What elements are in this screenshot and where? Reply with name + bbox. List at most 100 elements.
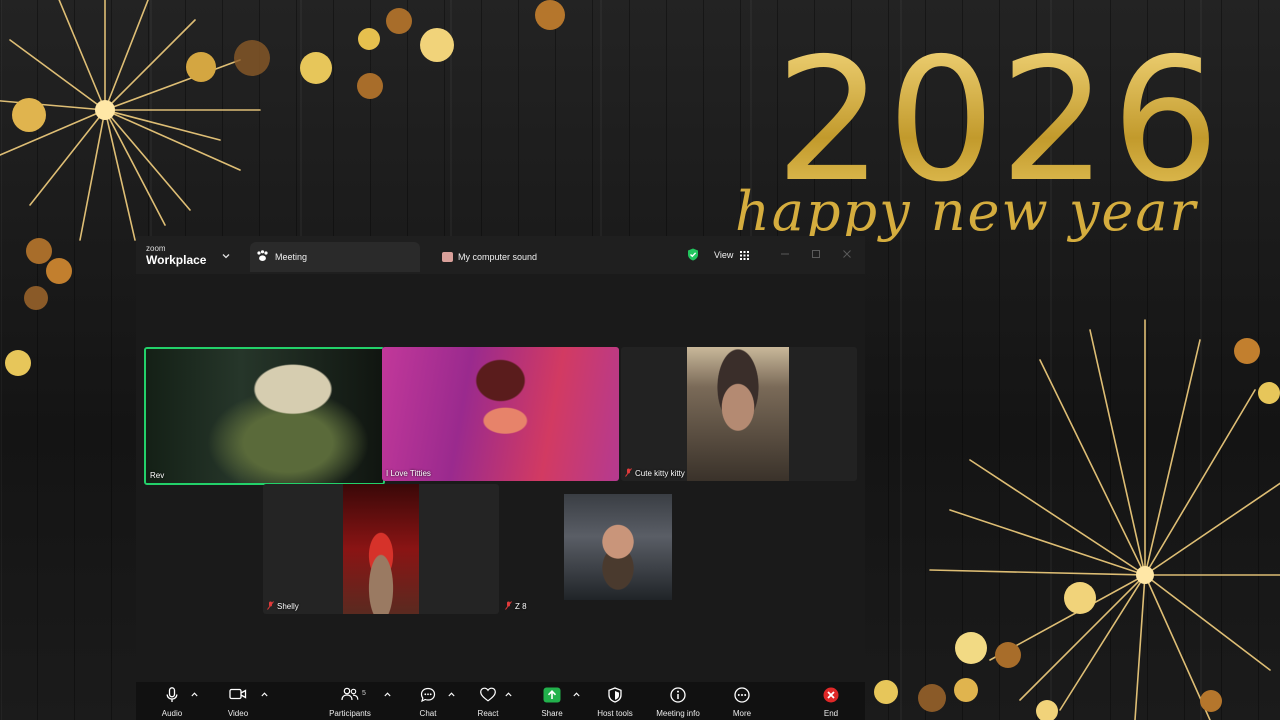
bokeh-light: [5, 350, 31, 376]
security-shield-icon[interactable]: [687, 248, 699, 261]
participant-name: Rev: [150, 471, 165, 480]
muted-mic-icon: [625, 468, 632, 477]
bokeh-light: [995, 642, 1021, 668]
meeting-info-button[interactable]: Meeting info: [649, 682, 707, 720]
react-options-caret-icon[interactable]: [505, 692, 512, 697]
shield-icon: [608, 687, 622, 703]
video-feed: [382, 347, 619, 481]
participant-name-text: Z 8: [515, 602, 527, 611]
more-icon: [734, 687, 750, 703]
end-icon: [823, 687, 839, 703]
audio-button[interactable]: Audio: [154, 682, 190, 720]
bokeh-light: [955, 632, 987, 664]
bokeh-light: [186, 52, 216, 82]
zoom-workplace-menu[interactable]: zoom Workplace: [146, 244, 207, 267]
participant-name: I Love Titties: [386, 469, 431, 478]
participant-tile[interactable]: Z 8: [501, 484, 737, 614]
participant-name: Shelly: [267, 601, 299, 611]
audio-options-caret-icon[interactable]: [191, 692, 198, 697]
view-button[interactable]: View: [708, 247, 755, 263]
muted-mic-icon: [267, 601, 274, 610]
video-button[interactable]: Video: [220, 682, 256, 720]
bokeh-light: [234, 40, 270, 76]
bokeh-light: [1200, 690, 1222, 712]
bokeh-light: [357, 73, 383, 99]
minimize-icon[interactable]: [779, 248, 791, 260]
bokeh-light: [24, 286, 48, 310]
tab-meeting-label: Meeting: [275, 252, 308, 262]
info-icon: [670, 687, 686, 703]
more-label: More: [732, 709, 752, 718]
tab-computer-sound[interactable]: My computer sound: [436, 242, 636, 272]
participants-button[interactable]: 5 Participants: [322, 682, 378, 720]
video-feed: [564, 494, 672, 600]
participant-name: Cute kitty kitty: [625, 468, 685, 478]
heart-icon: [480, 687, 496, 702]
audio-label: Audio: [161, 709, 183, 718]
bokeh-light: [46, 258, 72, 284]
maximize-icon[interactable]: [810, 248, 822, 260]
title-bar: zoom Workplace Meeting My computer sound…: [136, 236, 865, 274]
microphone-icon: [166, 687, 178, 702]
share-arrow-icon: [543, 687, 561, 703]
participant-name-text: Shelly: [277, 602, 299, 611]
grid-icon: [739, 251, 749, 260]
host-tools-button[interactable]: Host tools: [590, 682, 640, 720]
end-button[interactable]: End: [813, 682, 849, 720]
video-feed: [687, 347, 789, 481]
chat-button[interactable]: Chat: [410, 682, 446, 720]
bokeh-light: [1234, 338, 1260, 364]
tab-computer-sound-label: My computer sound: [458, 252, 538, 262]
participant-tile[interactable]: Shelly: [263, 484, 499, 614]
bokeh-light: [1258, 382, 1280, 404]
brand-small-label: zoom: [146, 244, 166, 253]
bokeh-light: [358, 28, 380, 50]
bokeh-light: [1064, 582, 1096, 614]
paw-icon: [257, 250, 268, 261]
chevron-down-icon[interactable]: [222, 252, 230, 260]
participant-tile[interactable]: Cute kitty kitty: [621, 347, 857, 481]
video-camera-icon: [229, 688, 247, 700]
chat-label: Chat: [419, 709, 437, 718]
new-year-greeting: happy new year: [735, 180, 1198, 243]
participants-label: Participants: [329, 709, 371, 718]
meeting-toolbar: Audio Video 5 Participants Chat React Sh…: [136, 682, 865, 720]
end-label: End: [823, 709, 839, 718]
view-label: View: [714, 250, 734, 260]
bokeh-light: [1036, 700, 1058, 720]
more-button[interactable]: More: [724, 682, 760, 720]
chat-options-caret-icon[interactable]: [448, 692, 455, 697]
bokeh-light: [12, 98, 46, 132]
bokeh-light: [874, 680, 898, 704]
zoom-window: zoom Workplace Meeting My computer sound…: [136, 236, 865, 720]
bokeh-light: [386, 8, 412, 34]
tab-meeting[interactable]: Meeting: [250, 242, 420, 272]
bokeh-light: [300, 52, 332, 84]
video-feed: [343, 484, 419, 614]
participant-name-text: Cute kitty kitty: [635, 469, 685, 478]
react-label: React: [477, 709, 499, 718]
brand-label: Workplace: [146, 253, 207, 267]
share-button[interactable]: Share: [534, 682, 570, 720]
bokeh-light: [918, 684, 946, 712]
participants-options-caret-icon[interactable]: [384, 692, 391, 697]
participant-tile[interactable]: I Love Titties: [382, 347, 619, 481]
share-label: Share: [541, 709, 563, 718]
bokeh-light: [26, 238, 52, 264]
screen-share-icon: [442, 252, 453, 262]
participant-tile[interactable]: Rev: [144, 347, 385, 485]
participant-name: Z 8: [505, 601, 527, 611]
participant-count: 5: [362, 690, 366, 697]
share-options-caret-icon[interactable]: [573, 692, 580, 697]
participants-icon: [341, 687, 359, 701]
bokeh-light: [954, 678, 978, 702]
bokeh-light: [535, 0, 565, 30]
video-feed: [146, 349, 383, 483]
video-options-caret-icon[interactable]: [261, 692, 268, 697]
close-icon[interactable]: [841, 248, 853, 260]
react-button[interactable]: React: [470, 682, 506, 720]
host-tools-label: Host tools: [597, 709, 633, 718]
chat-icon: [420, 687, 436, 703]
bokeh-light: [420, 28, 454, 62]
meeting-info-label: Meeting info: [656, 709, 700, 718]
